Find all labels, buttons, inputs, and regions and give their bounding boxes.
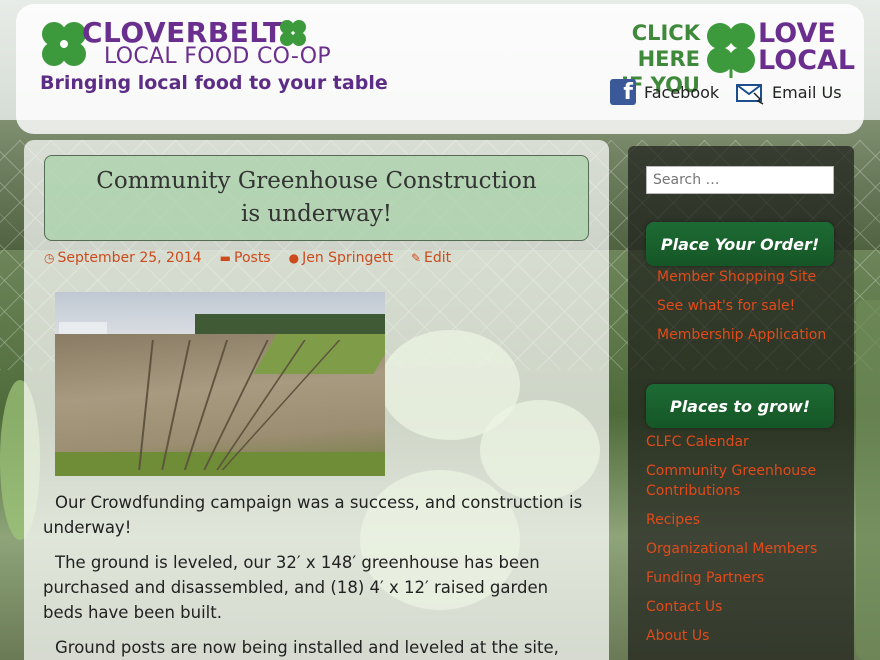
folder-icon: ▬ [219,251,232,265]
facebook-icon: f [610,79,636,105]
post-date-text: September 25, 2014 [57,250,202,266]
order-widget-title: Place Your Order! [646,222,834,266]
link-about-us[interactable]: About Us [646,626,846,646]
post-category[interactable]: ▬ Posts [220,250,271,266]
facebook-link[interactable]: f Facebook [610,76,719,108]
love-local-banner[interactable]: CLICK HERE IF YOU LOVE LOCAL [598,18,855,97]
link-membership-application[interactable]: Membership Application [646,325,846,345]
post-date[interactable]: ◷ September 25, 2014 [44,250,202,266]
logo-subtitle: LOCAL FOOD CO-OP [104,44,331,69]
link-whats-for-sale[interactable]: See what's for sale! [646,296,846,316]
post-paragraph: The ground is leveled, our 32′ x 148′ gr… [43,553,549,622]
love-local-text: LOVE LOCAL [758,18,856,76]
post-paragraph: Ground posts are now being installed and… [55,638,559,657]
email-label: Email Us [772,82,842,102]
link-member-shopping-site[interactable]: Member Shopping Site [646,267,846,287]
link-recipes[interactable]: Recipes [646,510,846,530]
post-paragraph: Our Crowdfunding campaign was a success,… [43,493,583,537]
link-clfc-calendar[interactable]: CLFC Calendar [646,432,846,452]
post-edit-link[interactable]: ✎ Edit [411,250,451,266]
site-logo[interactable]: CLOVERBELT LOCAL FOOD CO-OP Bringing loc… [38,16,388,108]
post-body: Our Crowdfunding campaign was a success,… [43,490,588,660]
post-title-box: Community Greenhouse Construction is und… [44,155,589,241]
facebook-label: Facebook [644,82,720,102]
link-organizational-members[interactable]: Organizational Members [646,539,846,559]
link-community-greenhouse-contributions[interactable]: Community Greenhouse Contributions [646,461,846,501]
link-contact-us[interactable]: Contact Us [646,597,846,617]
post-category-text: Posts [234,250,271,266]
grow-links: CLFC Calendar Community Greenhouse Contr… [646,432,846,655]
order-links: Member Shopping Site See what's for sale… [646,267,846,354]
pencil-icon: ✎ [410,251,421,265]
link-funding-partners[interactable]: Funding Partners [646,568,846,588]
site-header: CLOVERBELT LOCAL FOOD CO-OP Bringing loc… [16,4,864,134]
clock-icon: ◷ [44,251,55,265]
greenhouse-site-photo[interactable] [55,292,385,476]
post-meta: ◷ September 25, 2014 ▬ Posts ● Jen Sprin… [44,250,451,266]
grow-widget-title: Places to grow! [646,384,834,428]
post-author-text: Jen Springett [302,250,393,266]
post-author[interactable]: ● Jen Springett [289,250,393,266]
user-icon: ● [288,251,300,265]
sidebar: Place Your Order! Member Shopping Site S… [628,146,854,660]
tagline: Bringing local food to your table [40,72,388,94]
post-edit-text: Edit [424,250,452,266]
email-link[interactable]: Email Us [736,76,842,108]
email-icon [736,84,764,105]
post-title[interactable]: Community Greenhouse Construction is und… [45,165,588,231]
search-input[interactable] [646,166,834,194]
clover-heart-icon [707,23,755,78]
main-content: Community Greenhouse Construction is und… [24,140,609,660]
